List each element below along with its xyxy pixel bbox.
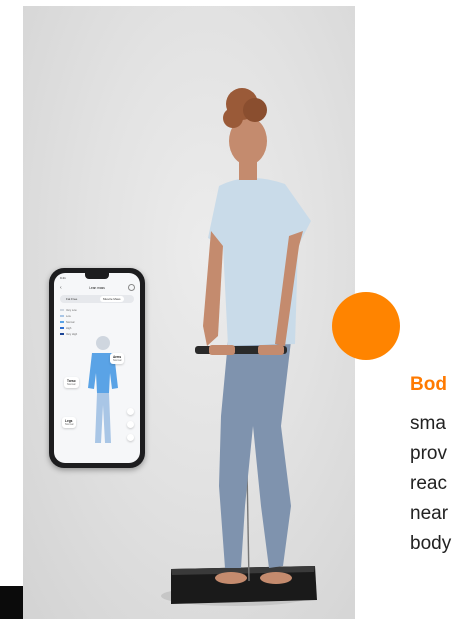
settings-icon[interactable] xyxy=(128,284,135,291)
info-icon[interactable] xyxy=(127,434,134,441)
feature-body-line: sma xyxy=(410,413,446,434)
feature-headline: Bod xyxy=(410,374,447,395)
feature-body-line: prov xyxy=(410,443,447,464)
phone-notch xyxy=(85,273,109,279)
phone-screen: 9:41 ‹ Lean mass Fat Free Muscle Mass Ve… xyxy=(54,273,140,463)
screen-tabs: Fat Free Muscle Mass xyxy=(60,295,134,303)
arms-card[interactable]: Arms Normal xyxy=(110,353,125,364)
orange-accent-dot xyxy=(332,292,400,360)
tab-muscle-mass[interactable]: Muscle Mass xyxy=(100,296,124,302)
tab-fat-free[interactable]: Fat Free xyxy=(66,297,77,301)
legend-item: Low xyxy=(60,315,71,318)
legend-item: Very Low xyxy=(60,309,77,312)
phone-mockup: 9:41 ‹ Lean mass Fat Free Muscle Mass Ve… xyxy=(49,268,145,468)
feature-body-line: reac xyxy=(410,473,447,494)
feature-body-line: near xyxy=(410,503,449,524)
body-map-figure xyxy=(88,336,118,443)
add-icon[interactable] xyxy=(127,408,134,415)
legs-card[interactable]: Legs Normal xyxy=(62,417,77,428)
feature-text-card: Bod sma prov reac near body xyxy=(384,324,467,619)
black-corner-block xyxy=(0,586,23,619)
status-time: 9:41 xyxy=(60,276,66,280)
torso-card[interactable]: Torso Normal xyxy=(64,377,79,388)
legend-item: Very High xyxy=(60,333,77,336)
legend-item: Normal xyxy=(60,321,74,324)
legend-item: High xyxy=(60,327,71,330)
calendar-icon[interactable] xyxy=(127,421,134,428)
feature-body-line: body xyxy=(410,533,452,554)
